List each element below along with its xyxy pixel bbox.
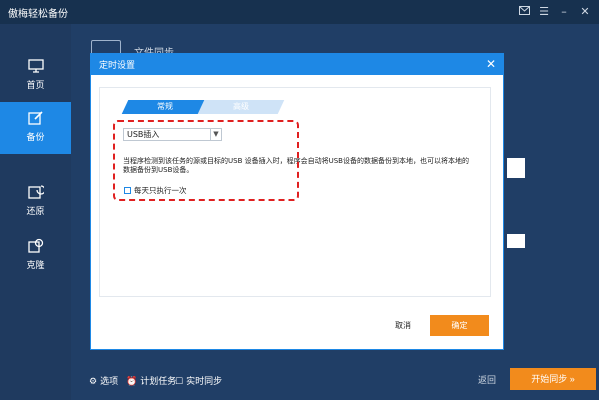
- dialog-title: 定时设置: [99, 61, 136, 71]
- options-button[interactable]: ⚙ 选项: [89, 374, 118, 387]
- sidebar-item-clone[interactable]: 克隆: [0, 230, 71, 282]
- sidebar-item-backup[interactable]: 备份: [0, 102, 71, 154]
- tab-general[interactable]: 常规: [121, 100, 209, 114]
- schedule-button[interactable]: ⏰ 计划任务: [126, 374, 176, 387]
- sidebar-item-label: 还原: [26, 207, 45, 217]
- minimize-icon[interactable]: –: [555, 3, 573, 21]
- sidebar-item-label: 首页: [26, 81, 45, 91]
- alarm-clock-icon: ⏰: [126, 377, 138, 387]
- cancel-button[interactable]: 取消: [395, 320, 411, 331]
- background-field: [507, 158, 525, 178]
- clone-icon: [27, 238, 44, 254]
- bottom-bar: ⚙ 选项 ⏰ 计划任务 ☐ 实时同步 返回 开始同步 »: [71, 360, 599, 400]
- window-title: 傲梅轻松备份: [8, 9, 68, 20]
- tab-advanced[interactable]: 高级: [197, 100, 285, 114]
- mail-icon[interactable]: [515, 3, 533, 21]
- sidebar-item-home[interactable]: 首页: [0, 50, 71, 102]
- back-link[interactable]: 返回: [478, 373, 496, 386]
- schedule-dialog: 定时设置 ✕: [90, 53, 504, 350]
- monitor-icon: [27, 58, 44, 74]
- background-dropdown: [507, 234, 525, 248]
- checkbox-icon: ☐: [175, 377, 184, 387]
- sidebar-item-restore[interactable]: 还原: [0, 176, 71, 228]
- realtime-sync-checkbox[interactable]: ☐ 实时同步: [175, 374, 222, 387]
- sidebar-item-label: 备份: [26, 133, 45, 143]
- dialog-header: 定时设置 ✕: [91, 54, 503, 75]
- sidebar: 首页 备份 还原 克隆: [0, 24, 71, 400]
- restore-icon: [27, 184, 46, 200]
- annotation-highlight-box: [113, 120, 299, 201]
- close-icon[interactable]: ✕: [483, 55, 499, 73]
- app-window: 傲梅轻松备份 ☰ – ✕ 首页 备份 还原 克隆 ⚙ 选项 ⏰ 计划任务 ☐ 实…: [0, 0, 599, 400]
- backup-edit-icon: [27, 110, 44, 126]
- menu-icon[interactable]: ☰: [535, 3, 553, 21]
- start-sync-button[interactable]: 开始同步 »: [510, 368, 596, 390]
- title-bar: 傲梅轻松备份 ☰ – ✕: [0, 0, 599, 24]
- close-icon[interactable]: ✕: [576, 3, 594, 21]
- sidebar-item-label: 克隆: [26, 261, 45, 271]
- gear-icon: ⚙: [89, 377, 98, 387]
- ok-button[interactable]: 确定: [430, 315, 489, 336]
